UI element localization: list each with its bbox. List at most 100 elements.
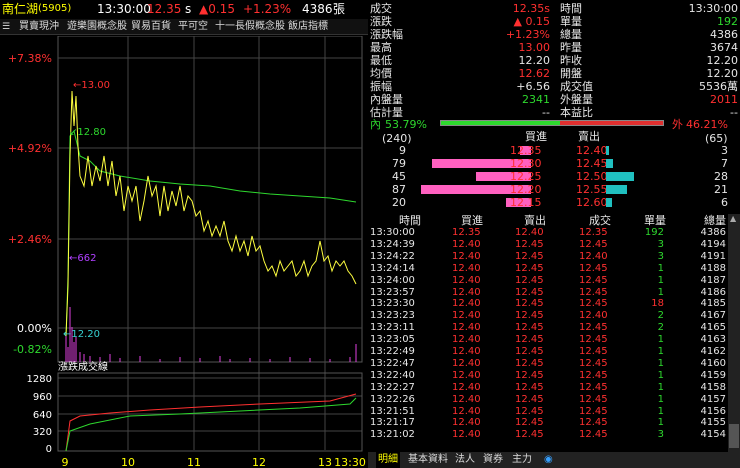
- table-row[interactable]: 13:23:30 12.40 12.45 12.45 18 4185: [368, 298, 740, 310]
- table-row[interactable]: 13:30:00 12.35 12.40 12.35 192 4386: [368, 227, 740, 239]
- ask-price: 12.45: [576, 157, 608, 170]
- toolbar-item[interactable]: 遊樂園概念股: [67, 19, 127, 34]
- tick-cell: 13:24:14: [370, 262, 415, 274]
- table-row[interactable]: 13:21:02 12.40 12.45 12.45 3 4154: [368, 429, 740, 441]
- tab-major[interactable]: 主力: [510, 452, 534, 468]
- bid-price: 12.35: [510, 144, 542, 157]
- in-pct: 53.79%: [385, 118, 427, 131]
- tick-cell: 12.45: [579, 346, 608, 357]
- tick-cell: 12.45: [579, 298, 608, 310]
- table-row[interactable]: 13:21:51 12.40 12.45 12.45 1 4156: [368, 406, 740, 418]
- table-row[interactable]: 13:24:00 12.40 12.45 12.45 1 4187: [368, 275, 740, 287]
- toolbar-menu-icon[interactable]: ☰: [2, 19, 10, 34]
- scroll-thumb[interactable]: [729, 424, 739, 448]
- tick-cell: 13:22:49: [370, 346, 415, 357]
- sub-chart-title: 漲跌成交線: [58, 360, 108, 373]
- tick-cell: 13:21:51: [370, 405, 415, 417]
- tick-cell: 3: [657, 429, 664, 441]
- tick-cell: 12.45: [515, 238, 544, 250]
- tick-cell: 13:24:00: [370, 274, 415, 286]
- table-row[interactable]: 13:22:49 12.40 12.45 12.45 1 4162: [368, 346, 740, 358]
- tick-cell: 4186: [700, 286, 726, 298]
- tick-cell: 12.45: [515, 334, 544, 346]
- col-price: 成交: [589, 214, 611, 227]
- y-label-bottom: -0.82%: [13, 343, 52, 356]
- scroll-up-icon[interactable]: ▲: [730, 214, 736, 223]
- tick-cell: 12.45: [579, 334, 608, 346]
- out-pct: 46.21%: [686, 118, 728, 131]
- table-row[interactable]: 13:24:14 12.40 12.45 12.45 1 4188: [368, 263, 740, 275]
- tab-detail[interactable]: 明細: [376, 452, 400, 468]
- bid-qty: 87: [392, 183, 406, 196]
- col-time: 時間: [399, 214, 421, 227]
- annot-low: ←12.20: [63, 329, 100, 340]
- tick-cell: 12.45: [515, 310, 544, 322]
- tick-cell: 12.45: [579, 322, 608, 334]
- tick-cell: 12.45: [515, 346, 544, 357]
- ratio-bar-out: [560, 121, 663, 125]
- tick-cell: 13:23:05: [370, 334, 415, 346]
- tick-cell: 12.45: [579, 393, 608, 405]
- quote-label: 漲跌幅: [370, 28, 403, 41]
- quote-label: 最高: [370, 41, 392, 54]
- tick-cell: 13:23:23: [370, 310, 415, 322]
- y-label-zero: 0.00%: [17, 322, 52, 335]
- tick-cell: 12.45: [515, 429, 544, 441]
- tick-cell: 12.40: [579, 310, 608, 322]
- col-ask: 賣出: [524, 214, 546, 227]
- table-row[interactable]: 13:22:26 12.40 12.45 12.45 1 4157: [368, 394, 740, 406]
- stock-name: 南仁湖: [2, 2, 39, 16]
- toolbar-item[interactable]: 買賣現沖: [19, 19, 59, 34]
- tick-cell: 13:21:17: [370, 417, 415, 429]
- tick-scrollbar[interactable]: ▲: [728, 214, 740, 452]
- toolbar-item[interactable]: 十一長假概念股: [215, 19, 285, 34]
- out-label: 外: [672, 118, 683, 131]
- quote-value: --: [542, 106, 550, 119]
- table-row[interactable]: 13:24:22 12.40 12.45 12.40 3 4191: [368, 251, 740, 263]
- tab-institutional[interactable]: 法人: [453, 452, 477, 468]
- tick-cell: 12.40: [452, 310, 481, 322]
- table-row[interactable]: 13:24:39 12.40 12.45 12.45 3 4194: [368, 239, 740, 251]
- bid-price: 12.20: [510, 183, 542, 196]
- tick-cell: 12.45: [515, 417, 544, 429]
- sub-line-red: [65, 393, 357, 452]
- table-row[interactable]: 13:23:23 12.40 12.45 12.40 2 4167: [368, 310, 740, 322]
- toolbar-item[interactable]: 貿易百貨: [131, 19, 171, 34]
- x-label: 12: [252, 456, 266, 468]
- quote-flag: s: [185, 2, 192, 16]
- table-row[interactable]: 13:21:17 12.40 12.45 12.45 1 4155: [368, 417, 740, 429]
- tick-cell: 4163: [700, 334, 726, 346]
- table-row[interactable]: 13:23:05 12.40 12.45 12.45 1 4163: [368, 334, 740, 346]
- table-row[interactable]: 13:22:27 12.40 12.45 12.45 1 4158: [368, 382, 740, 394]
- quote-label: 本益比: [560, 106, 593, 119]
- table-row[interactable]: 13:23:57 12.40 12.45 12.45 1 4186: [368, 287, 740, 299]
- quote-value: 5536萬: [699, 80, 738, 93]
- tick-cell: 12.40: [452, 322, 481, 334]
- tick-cell: 12.45: [579, 286, 608, 298]
- table-row[interactable]: 13:22:40 12.40 12.45 12.45 1 4159: [368, 370, 740, 382]
- x-label: 11: [187, 456, 201, 468]
- tick-cell: 12.40: [452, 262, 481, 274]
- quote-value: 12.35s: [512, 2, 550, 15]
- tab-basic[interactable]: 基本資料: [406, 452, 450, 468]
- tick-cell: 12.40: [452, 417, 481, 429]
- table-row[interactable]: 13:22:47 12.40 12.45 12.45 1 4160: [368, 358, 740, 370]
- quote-volume: 4386: [302, 2, 333, 16]
- tick-cell: 12.45: [515, 393, 544, 405]
- quote-value: 2011: [710, 93, 738, 106]
- in-label: 內: [370, 118, 381, 131]
- ask-qty: 3: [721, 144, 728, 157]
- tab-margin[interactable]: 資券: [481, 452, 505, 468]
- ask-depth-bar: [606, 198, 612, 207]
- x-label: 10: [121, 456, 135, 468]
- toolbar-item[interactable]: 平可空: [178, 19, 208, 34]
- tick-cell: 1: [657, 417, 664, 429]
- tick-cell: 1: [657, 274, 664, 286]
- table-row[interactable]: 13:23:11 12.40 12.45 12.45 2 4165: [368, 322, 740, 334]
- tick-cell: 12.45: [579, 357, 608, 369]
- tick-cell: 1: [657, 346, 664, 357]
- globe-icon[interactable]: ◉: [542, 452, 555, 468]
- sub-y-label: 0: [46, 444, 52, 455]
- toolbar-item[interactable]: 飯店指標: [288, 19, 328, 34]
- volume-bars: [65, 307, 357, 362]
